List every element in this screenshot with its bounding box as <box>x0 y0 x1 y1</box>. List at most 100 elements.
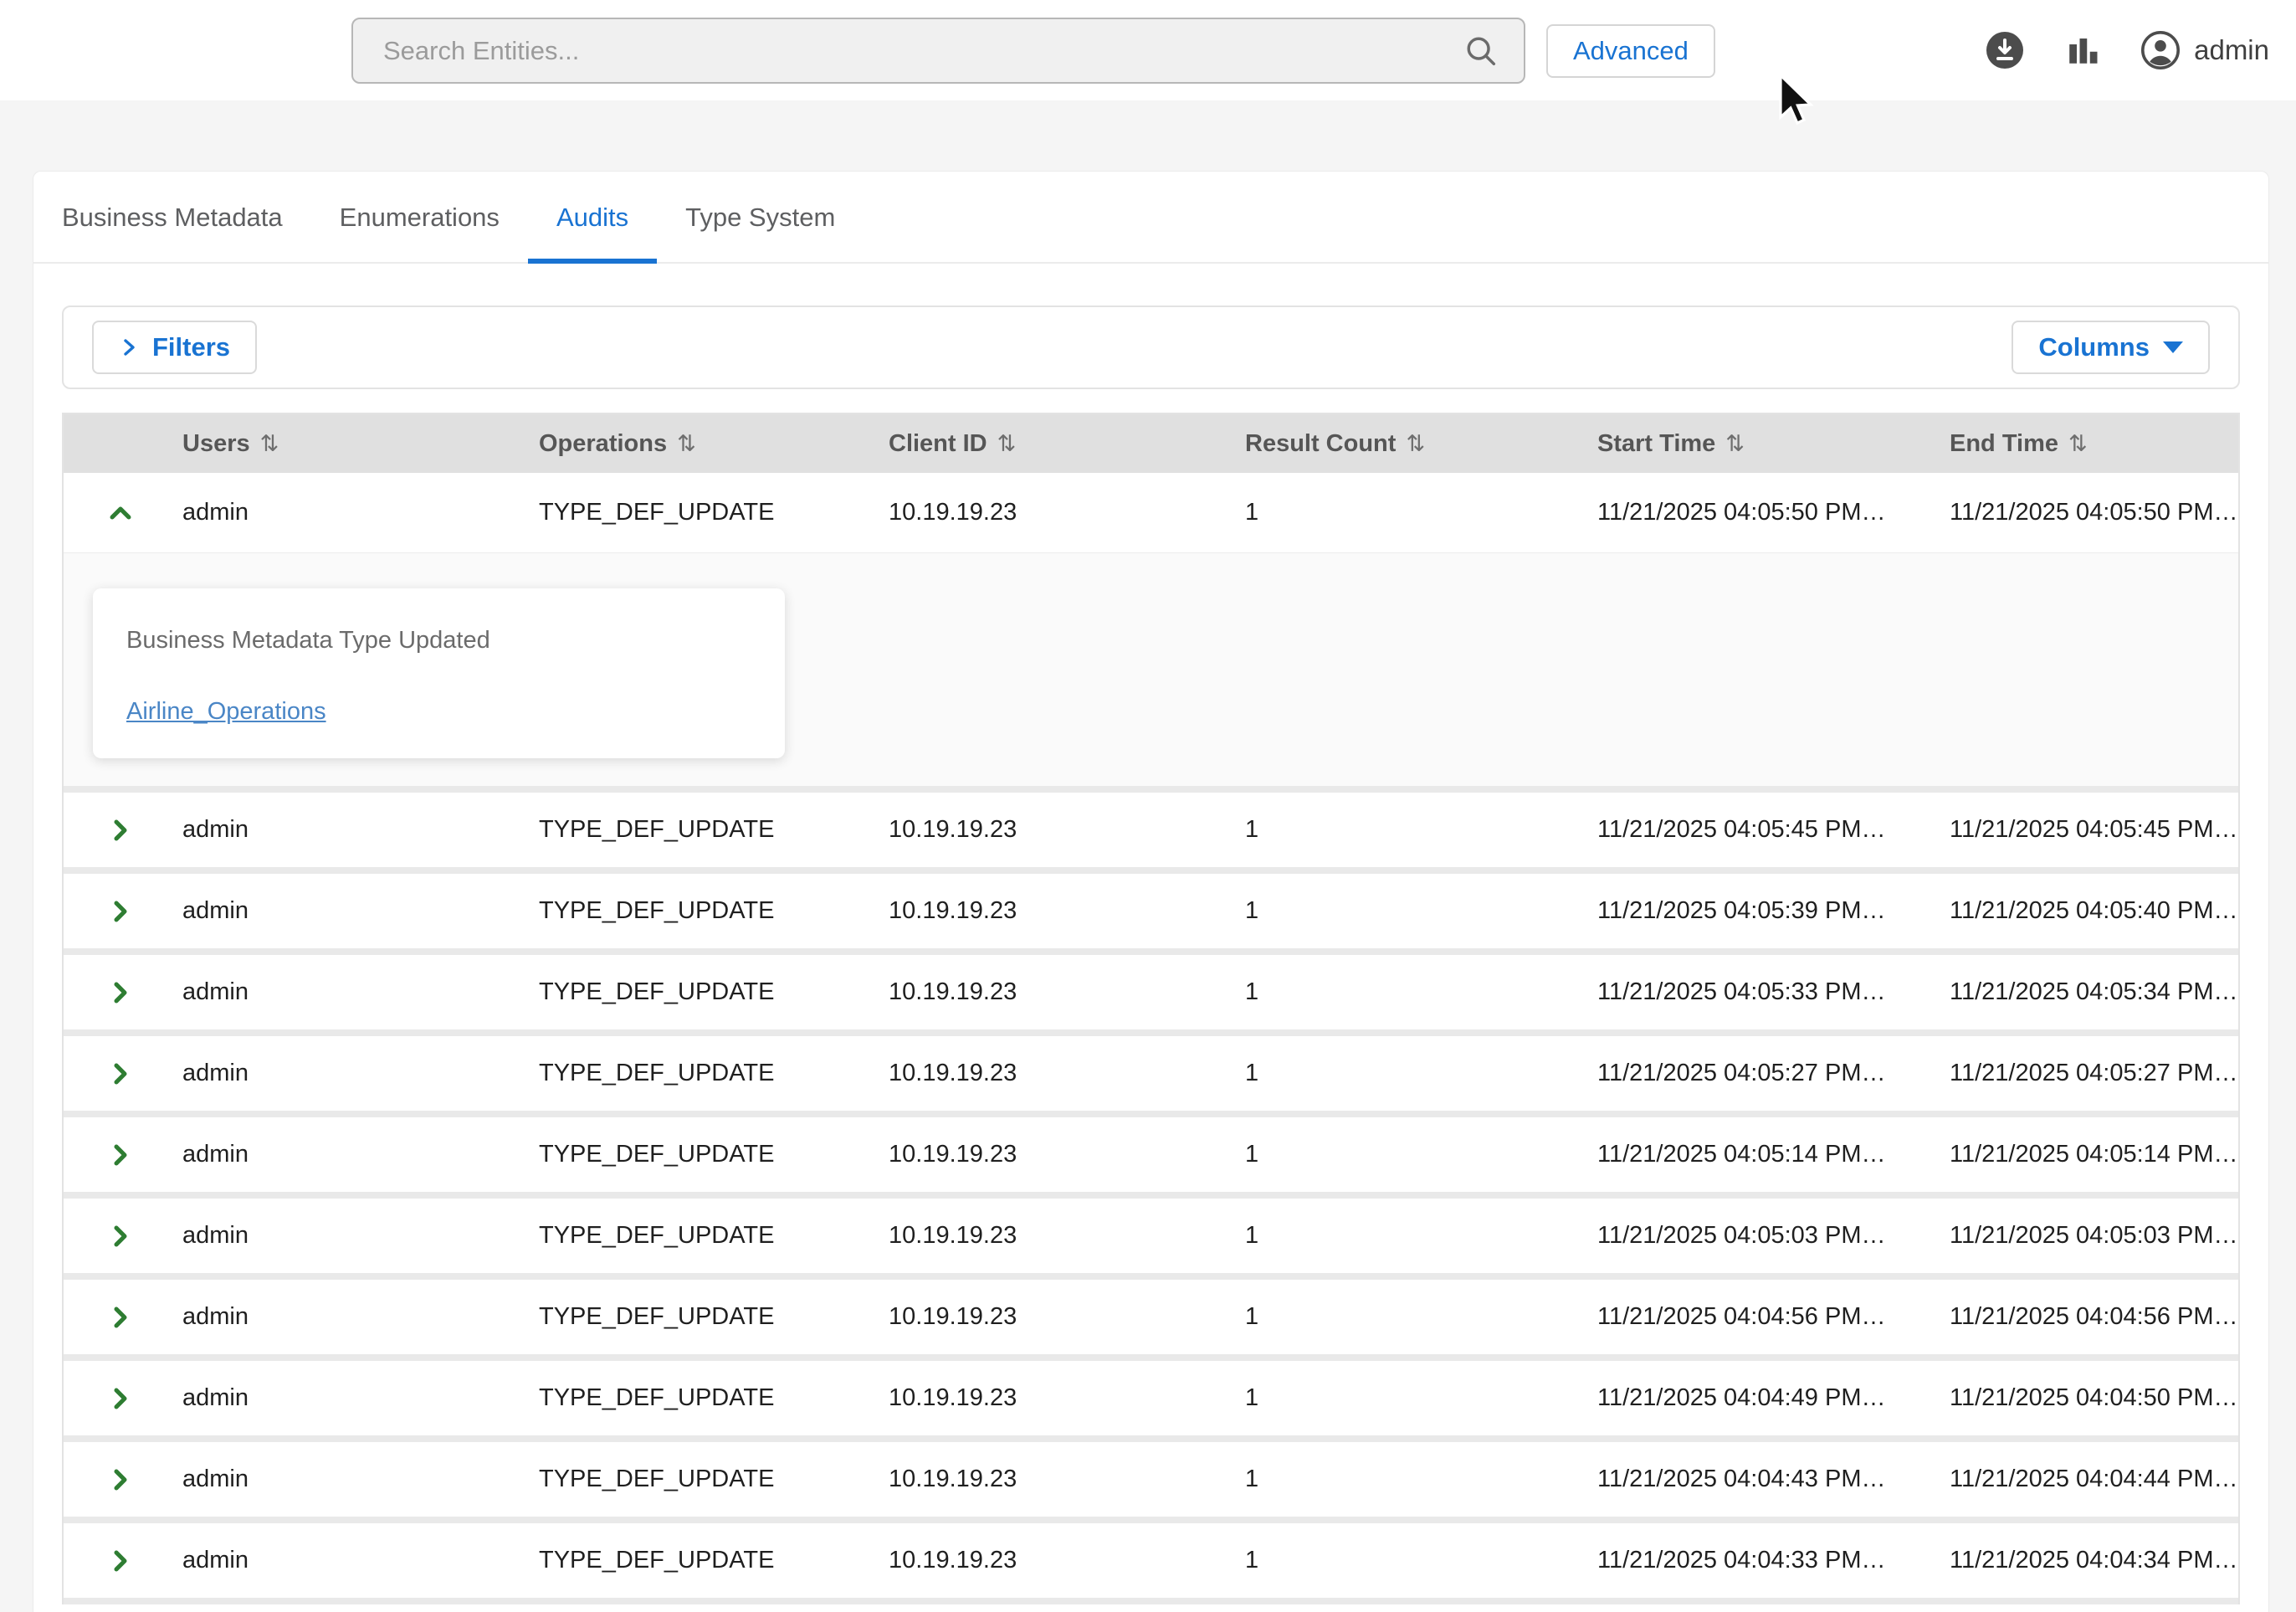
download-icon[interactable] <box>1985 30 2025 70</box>
cell-client-id: 10.19.19.23 <box>862 978 1218 1006</box>
cell-start-time: 11/21/2025 04:05:03 PM… <box>1571 1222 1923 1250</box>
cell-operation: TYPE_DEF_UPDATE <box>512 1303 862 1331</box>
cell-operation: TYPE_DEF_UPDATE <box>512 1466 862 1493</box>
column-header-operations[interactable]: Operations ⇅ <box>512 430 862 458</box>
table-row[interactable]: admin TYPE_DEF_UPDATE 10.19.19.23 1 11/2… <box>64 955 2238 1029</box>
collapse-row-button[interactable] <box>64 499 156 527</box>
column-header-client-id[interactable]: Client ID ⇅ <box>862 430 1218 458</box>
sort-icon[interactable]: ⇅ <box>997 431 1017 457</box>
advanced-search-button[interactable]: Advanced <box>1546 24 1715 78</box>
table-row[interactable]: admin TYPE_DEF_UPDATE 10.19.19.23 1 11/2… <box>64 793 2238 867</box>
table-row[interactable]: admin TYPE_DEF_UPDATE 10.19.19.23 1 11/2… <box>64 1361 2238 1435</box>
expand-row-button[interactable] <box>64 897 156 926</box>
sort-icon[interactable]: ⇅ <box>677 431 696 457</box>
cell-result-count: 1 <box>1218 897 1571 925</box>
sort-icon[interactable]: ⇅ <box>2068 431 2088 457</box>
chevron-right-icon <box>106 1303 135 1332</box>
cell-result-count: 1 <box>1218 1222 1571 1250</box>
column-label: Start Time <box>1597 430 1715 458</box>
cell-user: admin <box>156 816 512 844</box>
tab-business-metadata[interactable]: Business Metadata <box>33 172 311 264</box>
chevron-right-icon <box>106 1466 135 1494</box>
cell-start-time: 11/21/2025 04:04:56 PM… <box>1571 1303 1923 1331</box>
sort-icon[interactable]: ⇅ <box>260 431 279 457</box>
user-avatar-icon <box>2140 30 2181 70</box>
table-row[interactable]: admin TYPE_DEF_UPDATE 10.19.19.23 1 11/2… <box>64 1036 2238 1111</box>
chevron-right-icon <box>106 897 135 926</box>
cell-result-count: 1 <box>1218 1466 1571 1493</box>
expand-row-button[interactable] <box>64 1141 156 1169</box>
cell-user: admin <box>156 499 512 526</box>
expand-row-button[interactable] <box>64 978 156 1007</box>
entity-search-box <box>351 18 1525 84</box>
cell-result-count: 1 <box>1218 1547 1571 1574</box>
filters-button[interactable]: Filters <box>92 321 257 374</box>
top-bar: Advanced admin <box>0 0 2296 100</box>
column-label: Operations <box>539 430 667 458</box>
cell-end-time: 11/21/2025 04:05:03 PM… <box>1923 1222 2238 1250</box>
search-input[interactable] <box>353 19 1462 82</box>
cell-user: admin <box>156 1060 512 1087</box>
cell-operation: TYPE_DEF_UPDATE <box>512 978 862 1006</box>
audits-toolbar: Filters Columns <box>62 305 2240 389</box>
chevron-right-icon <box>106 1547 135 1575</box>
expand-row-button[interactable] <box>64 816 156 845</box>
table-body: admin TYPE_DEF_UPDATE 10.19.19.23 1 11/2… <box>64 793 2238 1598</box>
sort-icon[interactable]: ⇅ <box>1406 431 1425 457</box>
cell-client-id: 10.19.19.23 <box>862 1384 1218 1412</box>
table-row[interactable]: admin TYPE_DEF_UPDATE 10.19.19.23 1 11/2… <box>64 1442 2238 1517</box>
chevron-right-icon <box>119 337 139 357</box>
cell-client-id: 10.19.19.23 <box>862 1303 1218 1331</box>
expand-row-button[interactable] <box>64 1384 156 1413</box>
chevron-right-icon <box>106 816 135 845</box>
row-detail-zone: Business Metadata Type Updated Airline_O… <box>64 552 2238 786</box>
cell-end-time: 11/21/2025 04:04:44 PM… <box>1923 1466 2238 1493</box>
caret-down-icon <box>2163 341 2183 353</box>
column-label: End Time <box>1950 430 2058 458</box>
cell-end-time: 11/21/2025 04:05:45 PM… <box>1923 816 2238 844</box>
audit-detail-card: Business Metadata Type Updated Airline_O… <box>93 588 785 758</box>
column-header-result-count[interactable]: Result Count ⇅ <box>1218 430 1571 458</box>
cell-result-count: 1 <box>1218 499 1571 526</box>
column-label: Result Count <box>1245 430 1396 458</box>
table-row[interactable]: admin TYPE_DEF_UPDATE 10.19.19.23 1 11/2… <box>64 1523 2238 1598</box>
statistics-chart-icon[interactable] <box>2065 33 2100 68</box>
expand-row-button[interactable] <box>64 1303 156 1332</box>
cell-start-time: 11/21/2025 04:04:43 PM… <box>1571 1466 1923 1493</box>
columns-button[interactable]: Columns <box>2012 321 2210 374</box>
audit-table-header: Users ⇅ Operations ⇅ Client ID ⇅ Result … <box>64 414 2238 473</box>
column-header-users[interactable]: Users ⇅ <box>156 430 512 458</box>
expand-row-button[interactable] <box>64 1222 156 1250</box>
cell-client-id: 10.19.19.23 <box>862 1222 1218 1250</box>
cell-result-count: 1 <box>1218 816 1571 844</box>
chevron-up-icon <box>106 499 135 527</box>
table-row[interactable]: admin TYPE_DEF_UPDATE 10.19.19.23 1 11/2… <box>64 1199 2238 1273</box>
cell-end-time: 11/21/2025 04:05:50 PM… <box>1923 499 2238 526</box>
chevron-right-icon <box>106 1060 135 1088</box>
cell-result-count: 1 <box>1218 1303 1571 1331</box>
table-row[interactable]: admin TYPE_DEF_UPDATE 10.19.19.23 1 11/2… <box>64 1280 2238 1354</box>
cell-client-id: 10.19.19.23 <box>862 897 1218 925</box>
cell-operation: TYPE_DEF_UPDATE <box>512 897 862 925</box>
column-header-start-time[interactable]: Start Time ⇅ <box>1571 430 1923 458</box>
tab-audits[interactable]: Audits <box>528 172 657 264</box>
expand-row-button[interactable] <box>64 1547 156 1575</box>
column-label: Users <box>182 430 250 458</box>
user-menu[interactable]: admin <box>2140 30 2269 70</box>
cell-user: admin <box>156 897 512 925</box>
sort-icon[interactable]: ⇅ <box>1725 431 1745 457</box>
tab-type-system[interactable]: Type System <box>657 172 864 264</box>
table-row[interactable]: admin TYPE_DEF_UPDATE 10.19.19.23 1 11/2… <box>64 1117 2238 1192</box>
column-header-end-time[interactable]: End Time ⇅ <box>1923 430 2238 458</box>
table-row[interactable]: admin TYPE_DEF_UPDATE 10.19.19.23 1 11/2… <box>64 874 2238 948</box>
table-row-expanded[interactable]: admin TYPE_DEF_UPDATE 10.19.19.23 1 11/2… <box>64 473 2238 552</box>
cell-end-time: 11/21/2025 04:04:56 PM… <box>1923 1303 2238 1331</box>
cell-user: admin <box>156 1466 512 1493</box>
cell-user: admin <box>156 978 512 1006</box>
tab-enumerations[interactable]: Enumerations <box>311 172 528 264</box>
expand-row-button[interactable] <box>64 1060 156 1088</box>
search-icon[interactable] <box>1462 32 1500 70</box>
expand-row-button[interactable] <box>64 1466 156 1494</box>
audit-detail-entity-link[interactable]: Airline_Operations <box>126 698 326 726</box>
cell-start-time: 11/21/2025 04:05:14 PM… <box>1571 1141 1923 1168</box>
